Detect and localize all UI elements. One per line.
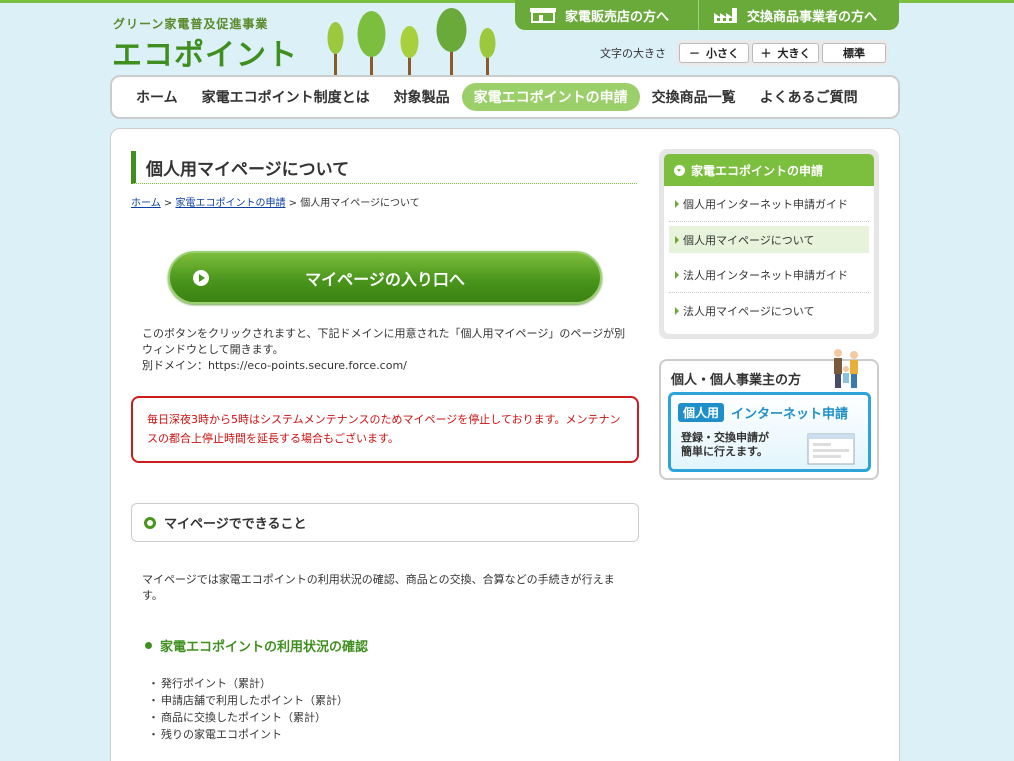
store-tab-label: 家電販売店の方へ xyxy=(565,9,670,25)
global-nav: ホーム 家電エコポイント制度とは 対象製品 家電エコポイントの申請 交換商品一覧… xyxy=(110,75,900,119)
mypage-entry-label: マイページの入り口へ xyxy=(305,269,465,289)
promo-tag: 個人用 xyxy=(678,403,725,422)
sub-heading: 家電エコポイントの利用状況の確認 xyxy=(145,636,368,655)
section-description: マイページでは家電エコポイントの利用状況の確認、商品との交換、合算などの手続きが… xyxy=(142,573,615,602)
font-smaller-button[interactable]: － 小さく xyxy=(679,43,749,63)
font-standard-label: 標準 xyxy=(843,47,865,60)
page-title: 個人用マイページについて xyxy=(131,151,637,184)
supplier-tab[interactable]: 交換商品事業者の方へ xyxy=(699,0,899,30)
sidebar-item-personal-guide[interactable]: 個人用インターネット申請ガイド xyxy=(669,186,869,222)
tree-icon xyxy=(400,26,419,78)
list-item: 商品に交換したポイント（累計） xyxy=(148,709,348,726)
maintenance-alert: 毎日深夜3時から5時はシステムメンテナンスのためマイページを停止しております。メ… xyxy=(131,396,639,463)
nav-home[interactable]: ホーム xyxy=(124,83,190,111)
personal-promo-banner: 個人・個人事業主の方 個人用 インターネット申請 登録・交換申請が 簡単に行えま… xyxy=(659,349,879,480)
trees-illustration xyxy=(327,8,496,78)
points-list: 発行ポイント（累計） 申請店舗で利用したポイント（累計） 商品に交換したポイント… xyxy=(148,675,348,743)
minus-icon: － xyxy=(689,47,700,60)
chevron-down-icon xyxy=(674,164,685,176)
breadcrumb-separator: > xyxy=(288,198,298,209)
list-item: 発行ポイント（累計） xyxy=(148,675,348,692)
breadcrumb-separator: > xyxy=(163,198,173,209)
tree-icon xyxy=(327,22,344,78)
sidebar-menu-inner: 家電エコポイントの申請 個人用インターネット申請ガイド 個人用マイページについて… xyxy=(664,154,874,334)
nav-application[interactable]: 家電エコポイントの申請 xyxy=(461,83,640,111)
family-icon xyxy=(834,349,858,388)
supplier-tab-label: 交換商品事業者の方へ xyxy=(747,9,878,25)
font-larger-button[interactable]: ＋ 大きく xyxy=(752,43,819,63)
dot-bullet-icon xyxy=(145,642,152,649)
factory-icon xyxy=(714,8,737,23)
nav-about[interactable]: 家電エコポイント制度とは xyxy=(190,83,382,111)
plus-icon: ＋ xyxy=(760,47,772,60)
sidebar-menu-title-text: 家電エコポイントの申請 xyxy=(691,163,824,178)
breadcrumb-home[interactable]: ホーム xyxy=(131,198,161,209)
list-item: 残りの家電エコポイント xyxy=(148,726,348,743)
store-icon xyxy=(530,8,556,23)
audience-tabs: 家電販売店の方へ 交換商品事業者の方へ xyxy=(515,0,899,30)
tree-icon xyxy=(479,28,496,78)
breadcrumb-parent[interactable]: 家電エコポイントの申請 xyxy=(175,198,285,209)
font-smaller-label: 小さく xyxy=(706,47,739,60)
promo-description: 登録・交換申請が 簡単に行えます。 xyxy=(681,431,769,459)
breadcrumb: ホーム > 家電エコポイントの申請 > 個人用マイページについて xyxy=(131,194,420,209)
font-size-control: 文字の大きさ － 小さく ＋ 大きく 標準 xyxy=(600,40,889,66)
sidebar-item-corporate-mypage[interactable]: 法人用マイページについて xyxy=(669,293,869,329)
promo-description-line: 登録・交換申請が xyxy=(681,431,769,444)
promo-title: 個人・個人事業主の方 xyxy=(671,373,802,388)
entry-description: このボタンをクリックされますと、下記ドメインに用意された「個人用マイページ」のペ… xyxy=(142,326,632,374)
nav-exchange-list[interactable]: 交換商品一覧 xyxy=(640,83,748,111)
sidebar-item-corporate-guide[interactable]: 法人用インターネット申請ガイド xyxy=(669,257,869,293)
mypage-entry-button[interactable]: マイページの入り口へ xyxy=(168,251,602,304)
promo-heading: インターネット申請 xyxy=(731,407,849,422)
web-form-icon xyxy=(807,433,855,465)
entry-description-text: このボタンをクリックされますと、下記ドメインに用意された「個人用マイページ」のペ… xyxy=(142,327,626,356)
breadcrumb-current: 個人用マイページについて xyxy=(300,198,420,209)
font-size-label: 文字の大きさ xyxy=(600,47,666,60)
font-size-buttons: － 小さく ＋ 大きく 標準 xyxy=(676,40,889,66)
store-tab[interactable]: 家電販売店の方へ xyxy=(515,0,699,30)
entry-domain-text: 別ドメイン：https://eco-points.secure.force.co… xyxy=(142,359,407,372)
tree-icon xyxy=(357,11,386,78)
section-heading-text: マイページでできること xyxy=(164,517,307,532)
list-item: 申請店舗で利用したポイント（累計） xyxy=(148,692,348,709)
font-standard-button[interactable]: 標準 xyxy=(822,43,886,63)
font-larger-label: 大きく xyxy=(777,47,811,60)
internet-application-banner[interactable]: 個人用 インターネット申請 登録・交換申請が 簡単に行えます。 xyxy=(668,392,871,472)
nav-faq[interactable]: よくあるご質問 xyxy=(748,83,870,111)
site-logo[interactable]: エコポイント xyxy=(112,30,298,74)
sidebar-menu-title: 家電エコポイントの申請 xyxy=(664,154,874,186)
sidebar-menu: 家電エコポイントの申請 個人用インターネット申請ガイド 個人用マイページについて… xyxy=(659,149,879,339)
sidebar-item-personal-mypage[interactable]: 個人用マイページについて xyxy=(669,226,869,253)
play-circle-icon xyxy=(193,270,209,286)
section-heading: マイページでできること xyxy=(131,503,639,542)
nav-products[interactable]: 対象製品 xyxy=(382,83,462,111)
sub-heading-text: 家電エコポイントの利用状況の確認 xyxy=(160,640,369,655)
tree-icon xyxy=(436,8,467,78)
promo-description-line: 簡単に行えます。 xyxy=(681,445,768,458)
ring-bullet-icon xyxy=(144,516,156,529)
